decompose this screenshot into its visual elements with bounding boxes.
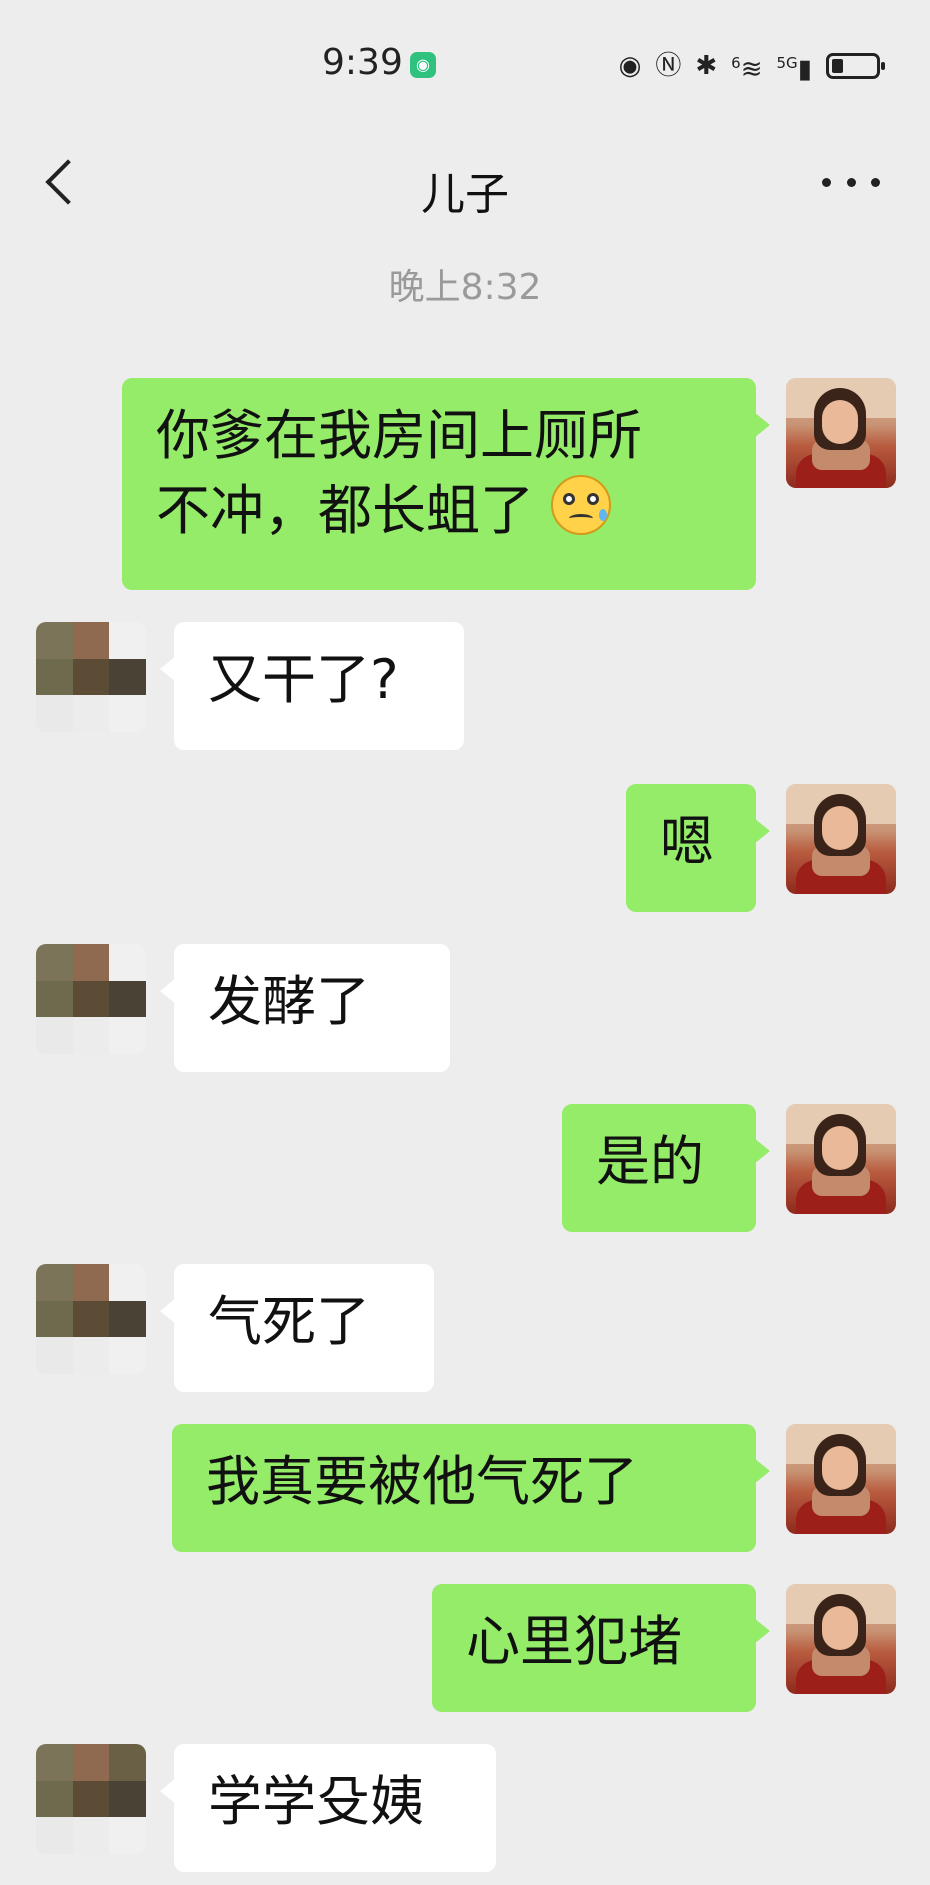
- message-bubble-incoming[interactable]: 学学殳姨: [160, 1744, 496, 1872]
- message-timestamp: 晚上8:32: [388, 267, 542, 308]
- message-text: 是的: [596, 1130, 704, 1193]
- avatar-partner[interactable]: [36, 1264, 146, 1374]
- avatar-partner[interactable]: [36, 944, 146, 1054]
- avatar-me[interactable]: [786, 1104, 896, 1214]
- more-icon[interactable]: [822, 162, 880, 202]
- message-text: 嗯: [660, 810, 714, 873]
- status-icons: ◉ Ⓝ ✱ 6≋ 5G▮: [618, 46, 885, 86]
- woozy-face-icon: [551, 475, 612, 535]
- signal-5g-icon: 5G▮: [776, 53, 812, 85]
- message-bubble-incoming[interactable]: 又干了?: [160, 622, 464, 750]
- message-bubble-outgoing[interactable]: 嗯: [626, 784, 770, 912]
- message-bubble-incoming[interactable]: 发酵了: [160, 944, 450, 1072]
- wifi-tag: 6: [731, 53, 741, 72]
- message-bubble-incoming[interactable]: 气死了: [160, 1264, 434, 1392]
- message-text: 发酵了: [208, 970, 370, 1033]
- bluetooth-icon: ✱: [695, 51, 718, 81]
- message-text: 学学殳姨: [208, 1770, 424, 1833]
- battery-icon: [826, 53, 885, 79]
- chat-title: 儿子: [421, 169, 509, 220]
- app-badge-icon: ◉: [410, 52, 436, 78]
- chat-header: 儿子: [0, 140, 930, 230]
- wifi-icon: 6≋: [731, 53, 763, 85]
- avatar-partner[interactable]: [36, 622, 146, 732]
- status-time: 9:39: [322, 42, 403, 83]
- message-bubble-outgoing[interactable]: 你爹在我房间上厕所 不冲，都长蛆了: [122, 378, 770, 590]
- message-bubble-outgoing[interactable]: 是的: [562, 1104, 770, 1232]
- avatar-me[interactable]: [786, 378, 896, 488]
- message-text: 心里犯堵: [466, 1610, 682, 1673]
- message-text: 又干了?: [208, 648, 399, 711]
- avatar-partner[interactable]: [36, 1744, 146, 1854]
- message-text-line: 你爹在我房间上厕所: [156, 404, 642, 467]
- message-text: 我真要被他气死了: [206, 1450, 638, 1513]
- avatar-me[interactable]: [786, 784, 896, 894]
- avatar-me[interactable]: [786, 1424, 896, 1534]
- nfc-icon: Ⓝ: [655, 51, 682, 81]
- eye-icon: ◉: [618, 51, 642, 81]
- avatar-me[interactable]: [786, 1584, 896, 1694]
- message-text: 气死了: [208, 1290, 370, 1353]
- message-bubble-outgoing[interactable]: 我真要被他气死了: [172, 1424, 770, 1552]
- network-label: 5G: [776, 53, 798, 72]
- status-bar: 9:39 ◉ ◉ Ⓝ ✱ 6≋ 5G▮: [0, 0, 930, 130]
- message-bubble-outgoing[interactable]: 心里犯堵: [432, 1584, 770, 1712]
- battery-fill: [832, 59, 843, 73]
- message-text-line: 不冲，都长蛆了: [156, 479, 534, 542]
